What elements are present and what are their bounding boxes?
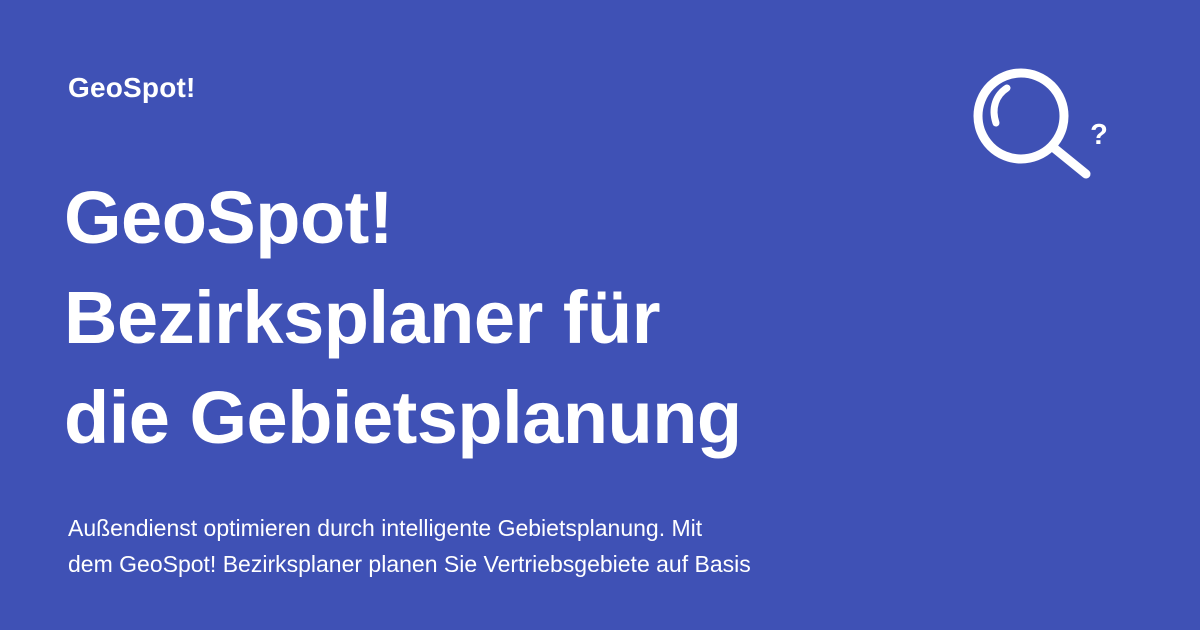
search-help-icon: ? — [965, 60, 1125, 190]
description: Außendienst optimieren durch intelligent… — [68, 510, 928, 582]
title-line-2: Bezirksplaner für — [64, 276, 661, 359]
description-line-1: Außendienst optimieren durch intelligent… — [68, 515, 703, 541]
title-line-1: GeoSpot! — [64, 176, 393, 259]
brand-name: GeoSpot! — [68, 72, 196, 103]
page-title: GeoSpot! Bezirksplaner für die Gebietspl… — [64, 168, 964, 468]
social-card: GeoSpot! GeoSpot! Bezirksplaner für die … — [0, 0, 1200, 630]
description-line-2: dem GeoSpot! Bezirksplaner planen Sie Ve… — [68, 551, 751, 577]
title-line-3: die Gebietsplanung — [64, 376, 742, 459]
question-mark-icon: ? — [1090, 119, 1108, 151]
